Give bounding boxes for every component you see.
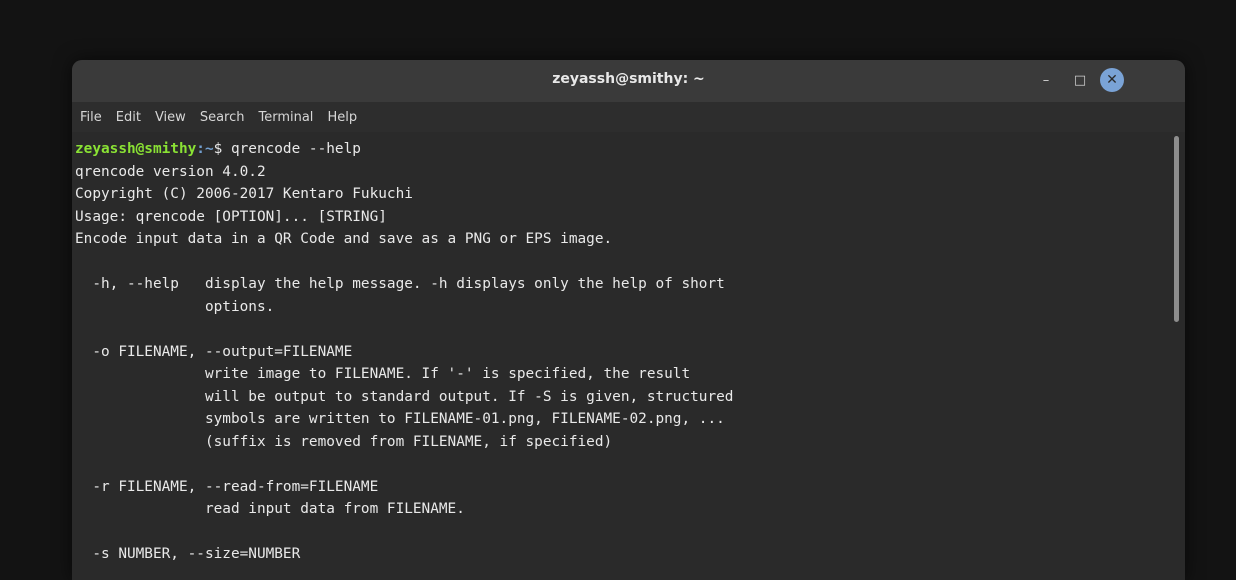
output-line: -o FILENAME, --output=FILENAME xyxy=(75,343,353,360)
desktop: zeyassh@smithy: ~ – □ ✕ File Edit View S… xyxy=(0,0,1236,580)
scrollbar-thumb[interactable] xyxy=(1174,136,1179,322)
output-line: (suffix is removed from FILENAME, if spe… xyxy=(75,433,613,450)
menu-search[interactable]: Search xyxy=(200,110,245,125)
menu-file[interactable]: File xyxy=(80,110,102,125)
prompt-path: :~ xyxy=(196,141,214,157)
output-line: symbols are written to FILENAME-01.png, … xyxy=(75,411,725,427)
terminal-window: zeyassh@smithy: ~ – □ ✕ File Edit View S… xyxy=(72,60,1185,580)
prompt-user: zeyassh@smithy xyxy=(75,141,197,157)
title-bar[interactable]: zeyassh@smithy: ~ – □ ✕ xyxy=(72,60,1185,102)
close-button[interactable]: ✕ xyxy=(1100,68,1124,92)
menu-edit[interactable]: Edit xyxy=(116,110,141,125)
output-line: read input data from FILENAME. xyxy=(75,501,465,517)
terminal-output[interactable]: zeyassh@smithy:~$ qrencode --help qrenco… xyxy=(72,132,1185,580)
output-line: Encode input data in a QR Code and save … xyxy=(75,231,613,247)
output-line: write image to FILENAME. If '-' is speci… xyxy=(75,366,691,382)
window-title: zeyassh@smithy: ~ xyxy=(552,71,705,87)
output-line: options. xyxy=(75,298,275,315)
prompt-line: zeyassh@smithy:~$ qrencode --help xyxy=(75,138,1185,161)
menu-bar: File Edit View Search Terminal Help xyxy=(72,102,1185,132)
minimize-button[interactable]: – xyxy=(1034,68,1058,92)
menu-help[interactable]: Help xyxy=(327,110,357,125)
output-line: -s NUMBER, --size=NUMBER xyxy=(75,546,301,562)
output-line: qrencode version 4.0.2 xyxy=(75,163,266,180)
command-text: qrencode --help xyxy=(230,141,361,157)
output-line: Copyright (C) 2006-2017 Kentaro Fukuchi xyxy=(75,186,413,202)
menu-terminal[interactable]: Terminal xyxy=(258,110,313,125)
maximize-button[interactable]: □ xyxy=(1068,68,1092,92)
output-line: will be output to standard output. If -S… xyxy=(75,388,734,405)
menu-view[interactable]: View xyxy=(155,110,186,125)
output-line: -r FILENAME, --read-from=FILENAME xyxy=(75,478,379,495)
output-line: Usage: qrencode [OPTION]... [STRING] xyxy=(75,208,387,225)
prompt-symbol: $ xyxy=(213,141,231,157)
output-line: -h, --help display the help message. -h … xyxy=(75,276,725,292)
